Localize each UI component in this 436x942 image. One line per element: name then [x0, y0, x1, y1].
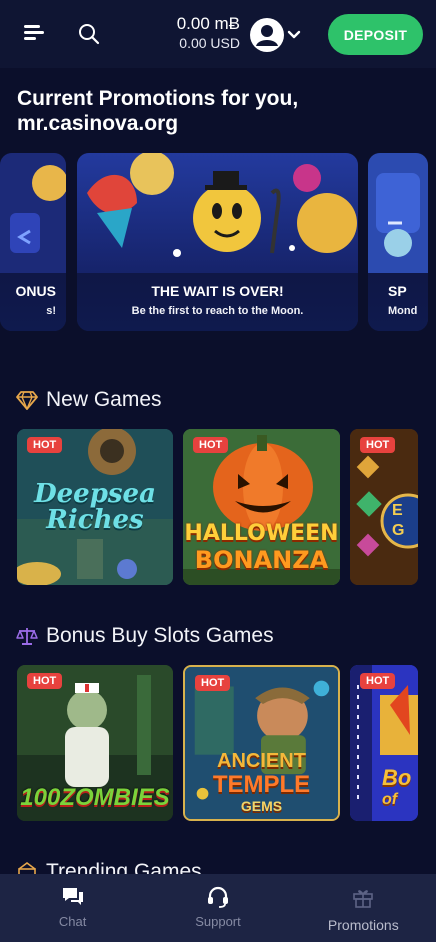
- hot-badge: HOT: [360, 673, 396, 689]
- game-card-book-of[interactable]: Bo of HOT: [350, 665, 418, 821]
- nav-promotions-label: Promotions: [327, 917, 399, 933]
- promo-left-title: ONUS: [15, 283, 56, 299]
- bottom-navigation: Chat Support Promotions: [0, 874, 436, 942]
- book-title-line1: Bo: [382, 765, 412, 790]
- hamburger-menu-icon[interactable]: [24, 23, 46, 43]
- egyptian-title-line2: G: [392, 522, 405, 539]
- deepsea-title-line1: Deepsea: [34, 479, 156, 509]
- bonus-buy-title: Bonus Buy Slots Games: [46, 624, 274, 647]
- new-games-title: New Games: [46, 388, 162, 411]
- deepsea-title-line2: Riches: [46, 505, 144, 535]
- hot-badge: HOT: [360, 437, 396, 453]
- temple-title-line2: TEMPLE: [212, 771, 311, 798]
- zombies-title: 100ZOMBIES: [20, 784, 170, 811]
- game-card-100-zombies[interactable]: 100ZOMBIES HOT: [17, 665, 173, 821]
- nav-chat-label: Chat: [58, 914, 87, 929]
- promo-right-subtitle: Mond: [388, 305, 418, 317]
- promo-card-main[interactable]: THE WAIT IS OVER! Be the first to reach …: [77, 153, 358, 331]
- hot-badge: HOT: [27, 437, 63, 453]
- temple-title-line3: GEMS: [240, 798, 283, 814]
- nav-support[interactable]: Support: [145, 874, 290, 942]
- game-card-ancient-temple-gems[interactable]: ANCIENT TEMPLE GEMS HOT: [183, 665, 340, 821]
- chat-icon: [62, 888, 83, 905]
- game-card-halloween-bonanza[interactable]: HALLOWEEN BONANZA HOT: [183, 429, 340, 585]
- promo-right-title: SP: [388, 283, 407, 299]
- temple-title-line1: ANCIENT: [217, 750, 306, 772]
- balance-main: 0.00 mɃ: [176, 14, 240, 33]
- top-header: 0.00 mɃ 0.00 USD DEPOSIT: [0, 0, 436, 68]
- promo-left-art: [0, 153, 66, 273]
- promo-main-title: THE WAIT IS OVER!: [151, 283, 284, 299]
- diamond-icon: [16, 391, 38, 410]
- egyptian-title-line1: E: [392, 502, 403, 519]
- promotions-title: Current Promotions for you, mr.casinova.…: [17, 87, 299, 135]
- search-icon[interactable]: [78, 23, 100, 45]
- deposit-button[interactable]: DEPOSIT: [328, 14, 423, 55]
- user-avatar-icon[interactable]: [250, 18, 284, 52]
- hot-badge: HOT: [27, 673, 63, 689]
- promo-main-art: [77, 153, 358, 273]
- promo-right-art: [368, 153, 428, 273]
- promo-main-subtitle: Be the first to reach to the Moon.: [131, 305, 304, 317]
- hot-badge: HOT: [195, 675, 231, 691]
- hot-badge: HOT: [193, 437, 229, 453]
- nav-promotions[interactable]: Promotions: [291, 874, 436, 942]
- nav-chat[interactable]: Chat: [0, 874, 145, 942]
- game-card-deepsea-riches[interactable]: Deepsea Riches HOT: [17, 429, 173, 585]
- game-card-egyptian[interactable]: E G HOT: [350, 429, 418, 585]
- halloween-title-line1: HALLOWEEN: [184, 521, 339, 546]
- promo-card-left[interactable]: ONUS s!: [0, 153, 66, 331]
- headset-icon: [207, 886, 228, 908]
- scales-icon: [16, 628, 38, 645]
- new-games-heading: New Games: [16, 388, 162, 412]
- book-title-line2: of: [382, 791, 398, 808]
- nav-support-label: Support: [195, 914, 241, 929]
- bonus-buy-heading: Bonus Buy Slots Games: [16, 624, 274, 648]
- chevron-down-icon[interactable]: [286, 27, 302, 43]
- promo-left-subtitle: s!: [46, 305, 56, 317]
- promo-card-right[interactable]: SP Mond: [368, 153, 428, 331]
- balance-usd: 0.00 USD: [179, 35, 240, 51]
- halloween-title-line2: BONANZA: [194, 546, 329, 574]
- gift-icon: [353, 890, 374, 908]
- balance-display[interactable]: 0.00 mɃ 0.00 USD: [160, 14, 240, 52]
